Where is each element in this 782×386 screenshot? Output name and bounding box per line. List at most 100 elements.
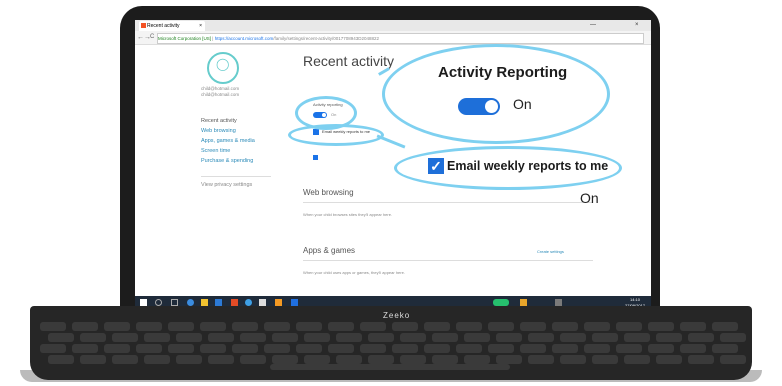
keyboard-key [144, 355, 170, 364]
keyboard-key [392, 322, 418, 331]
url-host: https://account.microsoft.com [214, 36, 274, 41]
keyboard-key [400, 355, 426, 364]
keyboard-key [336, 333, 362, 342]
account-name: child@hotmail.com [201, 86, 240, 91]
keyboard-key [40, 322, 66, 331]
keyboard-key [584, 344, 610, 353]
keyboard-key [624, 333, 650, 342]
keyboard-key [304, 333, 330, 342]
email-weekly-big-checkbox[interactable]: ✓ [428, 158, 444, 174]
keyboard-key [104, 344, 130, 353]
store-icon[interactable] [215, 299, 222, 306]
keyboard-key [208, 333, 234, 342]
edge-browser-icon[interactable] [187, 299, 194, 306]
keyboard-key [712, 322, 738, 331]
task-view-icon[interactable] [171, 299, 178, 306]
app-icon[interactable] [231, 299, 238, 306]
keyboard-key [136, 322, 162, 331]
windows-start-icon[interactable] [140, 299, 147, 306]
keyboard-key [176, 333, 202, 342]
web-browsing-heading: Web browsing [303, 188, 354, 197]
apps-settings-link[interactable]: Create settings [537, 249, 564, 254]
search-icon[interactable] [155, 299, 162, 306]
keyboard-key [488, 344, 514, 353]
app-icon[interactable] [275, 299, 282, 306]
activity-reporting-big-toggle[interactable] [458, 98, 500, 115]
keyboard-key [72, 344, 98, 353]
browser-tab[interactable]: Recent activity × [139, 21, 205, 31]
keyboard-key [48, 355, 74, 364]
keyboard-key [456, 344, 482, 353]
keyboard-key [520, 344, 546, 353]
microsoft-favicon-icon [141, 23, 146, 28]
keyboard-key [528, 333, 554, 342]
keyboard-key [528, 355, 554, 364]
keyboard-key [176, 355, 202, 364]
person-icon: ◯ [216, 57, 230, 71]
reload-button[interactable]: C [150, 32, 154, 43]
keyboard-key [592, 355, 618, 364]
keyboard-key [40, 344, 66, 353]
sidebar-item-recent-activity[interactable]: Recent activity [201, 118, 237, 124]
keyboard-key [144, 333, 170, 342]
toggle-knob [485, 100, 498, 113]
browser-tab-bar: Recent activity × — × [135, 20, 651, 31]
url-input[interactable]: Microsoft Corporation [US] | https://acc… [157, 33, 644, 44]
tab-close-icon[interactable]: × [199, 21, 202, 31]
keyboard-key [616, 322, 642, 331]
keyboard-key [720, 355, 746, 364]
app-icon[interactable] [245, 299, 252, 306]
keyboard-key [328, 322, 354, 331]
divider-apps [303, 260, 593, 261]
keyboard-key [72, 322, 98, 331]
sidebar-divider [201, 176, 271, 177]
keyboard-key [464, 333, 490, 342]
app-icon[interactable] [259, 299, 266, 306]
url-path: /family/settings/recent-activity/0017708… [273, 36, 380, 41]
keyboard-key [272, 333, 298, 342]
file-explorer-icon[interactable] [201, 299, 208, 306]
sidebar-item-screen-time[interactable]: Screen time [201, 148, 230, 154]
keyboard-key [464, 355, 490, 364]
secure-label: Microsoft Corporation [US] [158, 36, 212, 41]
back-button[interactable]: ← [137, 32, 144, 43]
keyboard-key [168, 322, 194, 331]
keyboard-key [112, 355, 138, 364]
keyboard-key [680, 322, 706, 331]
keyboard-key [520, 322, 546, 331]
keyboard-key [264, 344, 290, 353]
keyboard-key [80, 355, 106, 364]
tab-title: Recent activity [147, 23, 180, 29]
keyboard-key [432, 333, 458, 342]
keyboard-key [336, 355, 362, 364]
keyboard-key [712, 344, 738, 353]
sidebar-item-web-browsing[interactable]: Web browsing [201, 128, 236, 134]
tray-icon [555, 299, 562, 306]
email-weekly-small-ring [288, 124, 384, 146]
tray-icon [520, 299, 527, 306]
keyboard-key [656, 355, 682, 364]
app-icon[interactable] [291, 299, 298, 306]
keyboard-key [232, 344, 258, 353]
keyboard-key [432, 355, 458, 364]
keyboard-key [368, 333, 394, 342]
keyboard-key [296, 344, 322, 353]
privacy-settings-link[interactable]: View privacy settings [201, 182, 252, 188]
keyboard-key [424, 344, 450, 353]
keyboard-key [560, 355, 586, 364]
close-window-button[interactable]: × [635, 20, 639, 30]
keyboard-key [208, 355, 234, 364]
sidebar-item-purchase-spending[interactable]: Purchase & spending [201, 158, 253, 164]
minimize-button[interactable]: — [590, 20, 596, 30]
keyboard-key [368, 355, 394, 364]
keyboard-key [488, 322, 514, 331]
sidebar-item-apps-games[interactable]: Apps, games & media [201, 138, 255, 144]
keyboard-key [240, 333, 266, 342]
laptop-brand-logo: Zeeko [383, 311, 411, 320]
keyboard-key [656, 333, 682, 342]
keyboard-key [200, 322, 226, 331]
keyboard-key [456, 322, 482, 331]
page-title: Recent activity [303, 53, 395, 69]
keyboard-key [680, 344, 706, 353]
address-bar-row: ← → C Microsoft Corporation [US] | https… [135, 31, 651, 45]
